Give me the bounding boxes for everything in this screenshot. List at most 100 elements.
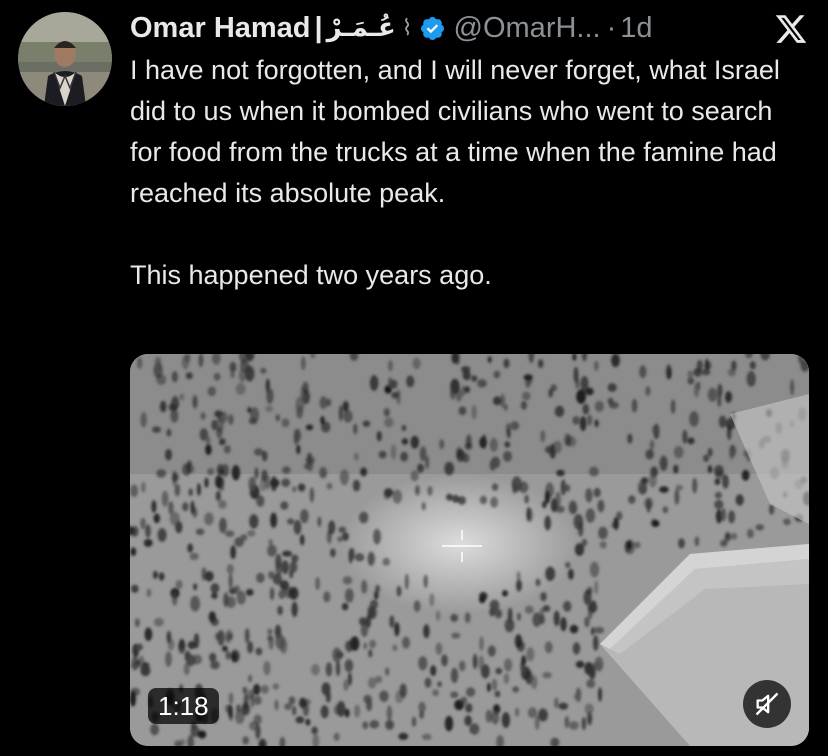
crowd-figure: [584, 703, 594, 715]
crowd-figure: [267, 571, 275, 580]
author-display-name[interactable]: Omar Hamad: [130, 8, 311, 48]
crowd-figure: [495, 667, 503, 675]
crowd-figure: [289, 569, 294, 579]
crowd-figure: [423, 574, 429, 588]
crowd-figure: [412, 357, 421, 370]
crowd-figure: [190, 595, 200, 612]
crowd-figure: [363, 642, 368, 650]
crowd-figure: [319, 396, 328, 409]
crowd-figure: [140, 517, 146, 530]
crowd-figure: [145, 524, 151, 538]
crowd-figure: [424, 677, 432, 688]
crowd-figure: [213, 372, 221, 381]
crowd-figure: [387, 360, 393, 372]
crowd-figure: [188, 488, 193, 496]
crowd-figure: [187, 543, 194, 553]
crowd-figure: [714, 491, 723, 499]
crowd-figure: [575, 660, 585, 669]
crowd-figure: [242, 686, 248, 695]
crowd-figure: [270, 478, 280, 488]
crowd-figure: [362, 721, 369, 730]
crowd-figure: [721, 508, 726, 522]
avatar[interactable]: [18, 12, 112, 106]
crowd-figure: [225, 633, 231, 644]
crowd-figure: [560, 617, 567, 632]
crowd-figure: [337, 536, 343, 543]
crowd-figure: [516, 579, 522, 592]
author-handle[interactable]: @OmarH...: [454, 8, 601, 48]
crowd-figure: [675, 484, 683, 491]
crowd-figure: [569, 624, 579, 634]
crowd-figure: [556, 469, 565, 477]
crowd-figure: [338, 405, 343, 422]
crowd-figure: [209, 652, 217, 663]
crowd-figure: [281, 478, 291, 487]
crowd-figure: [274, 699, 279, 711]
crowd-figure: [267, 544, 277, 557]
crowd-figure: [146, 588, 152, 598]
crowd-figure: [649, 439, 655, 451]
crowd-figure: [354, 452, 359, 461]
crowd-figure: [471, 375, 478, 382]
crowd-figure: [230, 649, 240, 663]
crowd-figure: [224, 530, 235, 537]
crowd-figure: [594, 580, 599, 595]
crowd-figure: [451, 632, 461, 639]
crowd-figure: [281, 418, 290, 428]
crowd-figure: [391, 391, 399, 399]
crowd-figure: [512, 686, 520, 693]
crowd-figure: [693, 367, 702, 377]
crowd-figure: [270, 512, 278, 528]
crowd-figure: [477, 379, 487, 388]
crowd-figure: [369, 375, 379, 391]
crowd-figure: [362, 420, 371, 427]
crowd-figure: [386, 705, 393, 721]
x-logo-icon[interactable]: [774, 12, 808, 46]
crowd-figure: [157, 357, 162, 372]
crowd-figure: [539, 614, 545, 625]
crowd-figure: [582, 403, 590, 415]
crowd-figure: [323, 591, 331, 603]
crowd-figure: [325, 690, 331, 703]
crowd-figure: [342, 401, 349, 412]
crowd-figure: [268, 635, 274, 650]
crowd-figure: [360, 467, 368, 477]
crowd-figure: [342, 576, 353, 585]
crowd-figure: [344, 588, 354, 603]
tweet-timestamp[interactable]: 1d: [620, 8, 652, 48]
crowd-figure: [597, 499, 605, 513]
crowd-figure: [715, 509, 723, 524]
crowd-figure: [398, 732, 409, 740]
crowd-figure: [166, 428, 172, 437]
crowd-figure: [158, 572, 165, 581]
crowd-figure: [353, 423, 358, 435]
crowd-figure: [437, 681, 442, 688]
crowd-figure: [584, 662, 594, 675]
crowd-figure: [783, 518, 791, 526]
crowd-figure: [516, 571, 521, 582]
crowd-figure: [479, 591, 488, 601]
crowd-figure: [503, 658, 513, 672]
crowd-figure: [165, 449, 172, 461]
crowd-figure: [568, 568, 574, 580]
video-player[interactable]: 1:18: [130, 354, 809, 746]
crowd-figure: [450, 667, 459, 684]
crowd-figure: [264, 475, 271, 490]
crowd-figure: [479, 495, 487, 505]
crowd-figure: [226, 564, 234, 575]
crowd-figure: [179, 393, 185, 401]
crowd-figure: [564, 433, 572, 447]
crowd-figure: [514, 634, 523, 649]
crowd-figure: [204, 512, 214, 526]
crowd-figure: [315, 577, 320, 590]
crowd-figure: [487, 645, 496, 657]
crowd-figure: [248, 674, 253, 683]
crowd-figure: [573, 366, 579, 383]
crowd-figure: [282, 466, 291, 474]
crowd-figure: [249, 407, 260, 423]
crowd-figure: [464, 715, 472, 726]
mute-button[interactable]: [743, 680, 791, 728]
crowd-figure: [401, 438, 409, 445]
crowd-figure: [215, 632, 220, 640]
crowd-figure: [594, 400, 604, 412]
